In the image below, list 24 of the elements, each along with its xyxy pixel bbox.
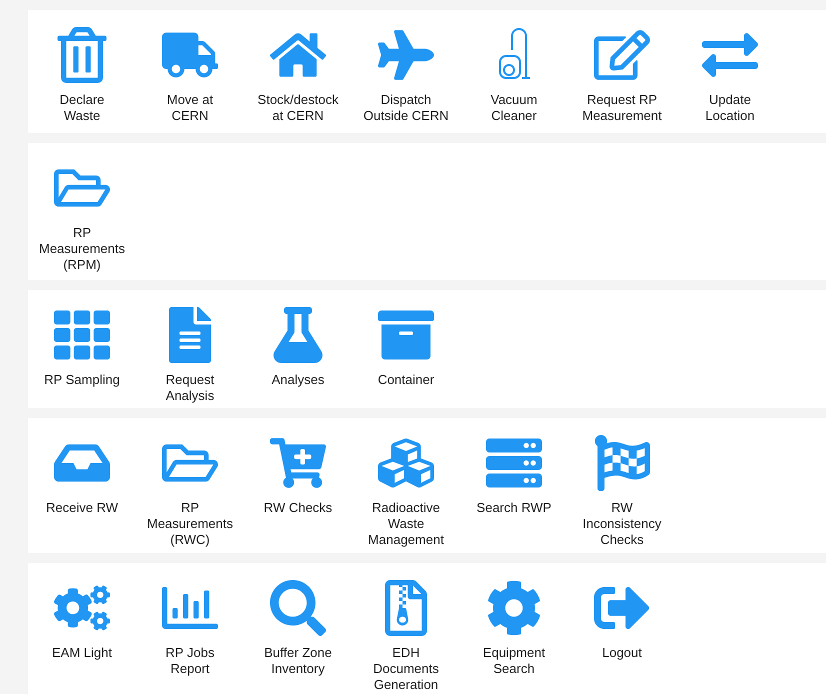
menu-tile[interactable]: RP Measurements (RPM) <box>28 155 136 273</box>
menu-tile[interactable]: Analyses <box>244 302 352 404</box>
menu-tile[interactable]: RW Inconsistency Checks <box>568 430 676 548</box>
menu-tile[interactable]: Container <box>352 302 460 404</box>
menu-tile[interactable]: Request Analysis <box>136 302 244 404</box>
menu-tile[interactable]: RP Measurements (RWC) <box>136 430 244 548</box>
menu-tile[interactable]: Stock/destock at CERN <box>244 22 352 124</box>
menu-tile[interactable]: Buffer Zone Inventory <box>244 575 352 693</box>
menu-tile[interactable]: RP Sampling <box>28 302 136 404</box>
menu-tile[interactable]: Radioactive Waste Management <box>352 430 460 548</box>
menu-tile[interactable]: RW Checks <box>244 430 352 548</box>
menu-tile[interactable]: Declare Waste <box>28 22 136 124</box>
menu-tile[interactable]: RP Jobs Report <box>136 575 244 693</box>
menu-tile[interactable]: Logout <box>568 575 676 693</box>
menu-tile[interactable]: EDH Documents Generation <box>352 575 460 693</box>
menu-tile[interactable]: Equipment Search <box>460 575 568 693</box>
menu-tile[interactable]: Vacuum Cleaner <box>460 22 568 124</box>
menu-tile[interactable]: Request RP Measurement <box>568 22 676 124</box>
menu-tile[interactable]: Dispatch Outside CERN <box>352 22 460 124</box>
menu-tile[interactable]: Update Location <box>676 22 784 124</box>
menu-tile[interactable]: Receive RW <box>28 430 136 548</box>
menu-tile[interactable]: Search RWP <box>460 430 568 548</box>
menu-tile[interactable]: Move at CERN <box>136 22 244 124</box>
menu-tile[interactable]: EAM Light <box>28 575 136 693</box>
